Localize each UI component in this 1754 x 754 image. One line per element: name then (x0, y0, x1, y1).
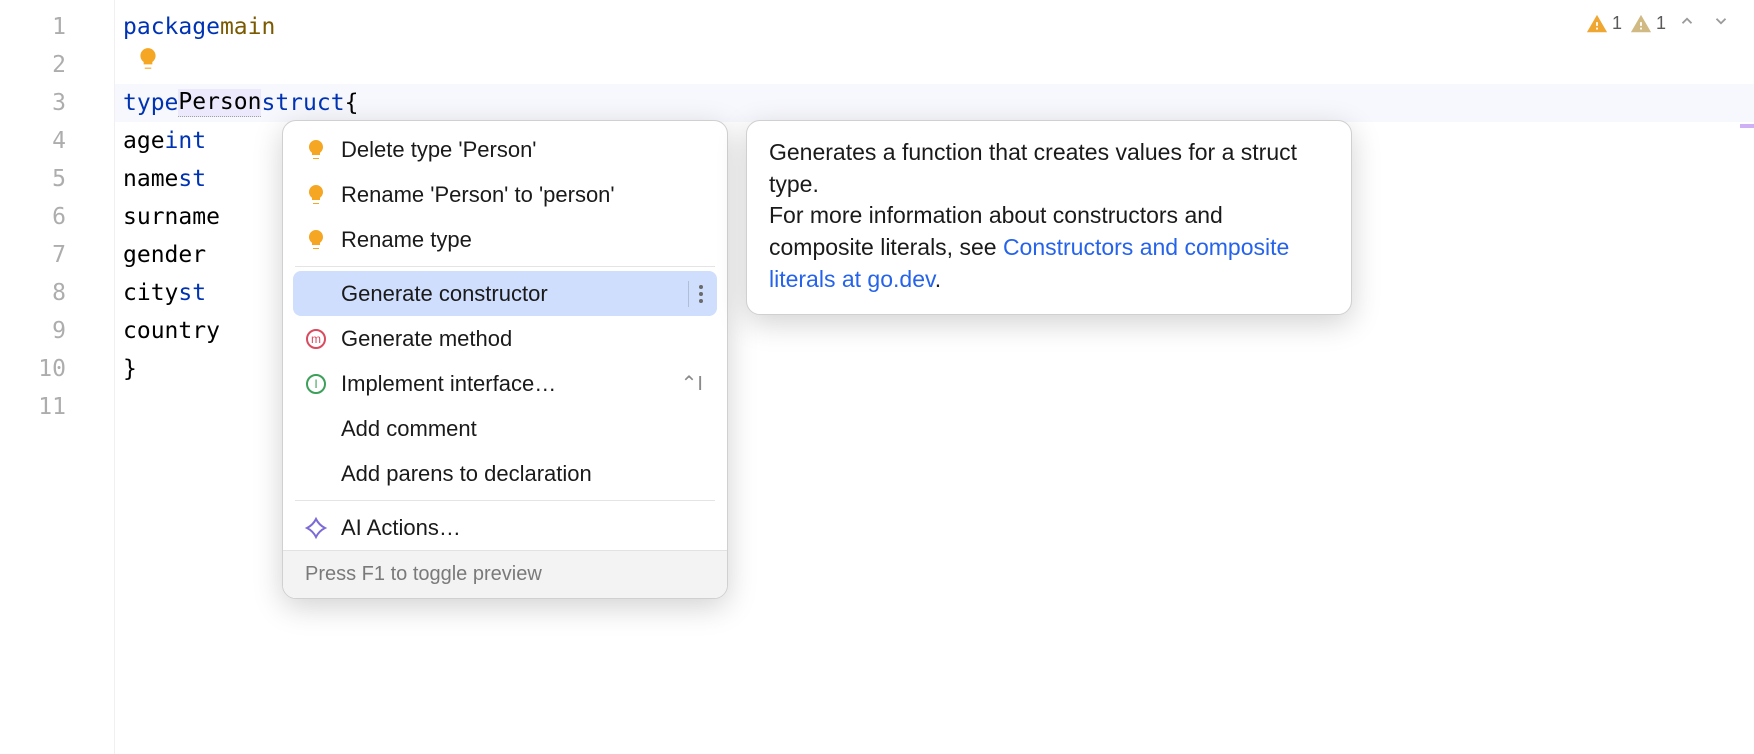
action-delete-type[interactable]: Delete type 'Person' (283, 127, 727, 172)
line-number: 3 (0, 84, 114, 122)
line-number: 9 (0, 312, 114, 350)
brace-open: { (345, 90, 359, 116)
keyword-package: package (123, 14, 220, 40)
action-generate-constructor[interactable]: Generate constructor (293, 271, 717, 316)
blank-icon (303, 281, 329, 307)
warning-badge[interactable]: 1 (1586, 13, 1622, 35)
action-label: Delete type 'Person' (341, 137, 703, 163)
action-label: AI Actions… (341, 515, 703, 541)
ai-icon (303, 515, 329, 541)
interface-icon: I (303, 371, 329, 397)
blank-icon (303, 461, 329, 487)
chevron-down-icon (1712, 12, 1730, 30)
action-rename-to-lower[interactable]: Rename 'Person' to 'person' (283, 172, 727, 217)
action-label: Rename type (341, 227, 703, 253)
field-type: st (178, 280, 206, 306)
svg-text:I: I (314, 377, 317, 391)
action-add-comment[interactable]: Add comment (283, 406, 727, 451)
field-type: int (165, 128, 207, 154)
weak-warning-icon (1630, 13, 1652, 35)
field-name: age (123, 128, 165, 154)
error-stripe-mark[interactable] (1740, 124, 1754, 128)
weak-warning-count: 1 (1656, 13, 1666, 34)
line-number: 10 (0, 350, 114, 388)
line-number: 7 (0, 236, 114, 274)
svg-text:m: m (311, 332, 321, 346)
separator (295, 266, 715, 267)
code-line[interactable]: package main (115, 8, 1754, 46)
field-name: surname (123, 204, 220, 230)
line-number: 1 (0, 8, 114, 46)
action-generate-method[interactable]: m Generate method (283, 316, 727, 361)
action-label: Add parens to declaration (341, 461, 703, 487)
field-name: gender (123, 242, 206, 268)
line-number: 5 (0, 160, 114, 198)
action-implement-interface[interactable]: I Implement interface… ⌃I (283, 361, 727, 406)
line-number: 8 (0, 274, 114, 312)
action-label: Generate method (341, 326, 703, 352)
bulb-icon (303, 137, 329, 163)
code-line-active[interactable]: type Person struct { (115, 84, 1754, 122)
intention-bulb-icon[interactable] (135, 46, 161, 78)
action-label: Rename 'Person' to 'person' (341, 182, 703, 208)
popup-footer-hint: Press F1 to toggle preview (283, 550, 727, 598)
method-icon: m (303, 326, 329, 352)
field-name: country (123, 318, 220, 344)
warning-icon (1586, 13, 1608, 35)
inspection-widget[interactable]: 1 1 (1586, 10, 1734, 37)
action-ai-actions[interactable]: AI Actions… (283, 505, 727, 550)
doc-text: . (935, 266, 941, 292)
line-number: 6 (0, 198, 114, 236)
weak-warning-badge[interactable]: 1 (1630, 13, 1666, 35)
keyboard-shortcut: ⌃I (681, 371, 703, 396)
separator (295, 500, 715, 501)
keyword-struct: struct (261, 90, 344, 116)
more-options-icon[interactable] (688, 281, 703, 307)
field-name: name (123, 166, 178, 192)
line-number: 11 (0, 388, 114, 426)
action-add-parens[interactable]: Add parens to declaration (283, 451, 727, 496)
bulb-icon (303, 227, 329, 253)
package-name: main (220, 14, 275, 40)
blank-icon (303, 416, 329, 442)
action-label: Add comment (341, 416, 703, 442)
brace-close: } (123, 356, 137, 382)
intention-actions-popup: Delete type 'Person' Rename 'Person' to … (282, 120, 728, 599)
next-highlight-button[interactable] (1708, 10, 1734, 37)
action-label: Generate constructor (341, 281, 676, 307)
action-rename-type[interactable]: Rename type (283, 217, 727, 262)
field-name: city (123, 280, 178, 306)
documentation-popup: Generates a function that creates values… (746, 120, 1352, 315)
chevron-up-icon (1678, 12, 1696, 30)
type-identifier[interactable]: Person (178, 89, 261, 117)
doc-text: Generates a function that creates values… (769, 139, 1297, 197)
editor-area: 1 2 3 4 5 6 7 8 9 10 11 package main typ… (0, 0, 1754, 754)
action-label: Implement interface… (341, 371, 669, 397)
gutter: 1 2 3 4 5 6 7 8 9 10 11 (0, 0, 115, 754)
bulb-icon (303, 182, 329, 208)
line-number: 2 (0, 46, 114, 84)
prev-highlight-button[interactable] (1674, 10, 1700, 37)
code-line[interactable] (115, 46, 1754, 84)
line-number: 4 (0, 122, 114, 160)
field-type: st (178, 166, 206, 192)
keyword-type: type (123, 90, 178, 116)
warning-count: 1 (1612, 13, 1622, 34)
